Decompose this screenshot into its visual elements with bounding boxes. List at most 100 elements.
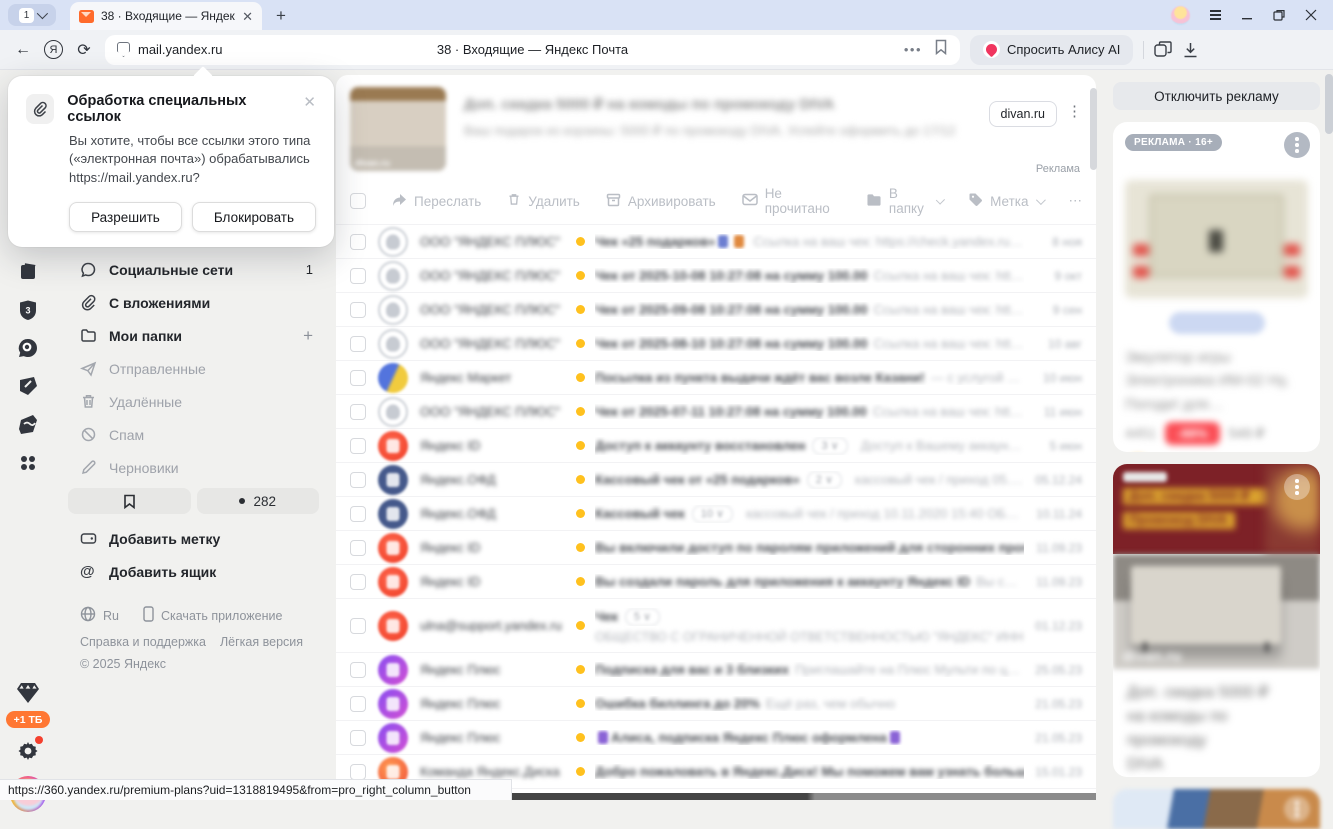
yandex-home-button[interactable]: Я (44, 40, 63, 59)
sidebar-folder[interactable]: Отправленные (56, 352, 333, 385)
unread-filter-button[interactable]: 282 (197, 488, 320, 514)
action-archive[interactable]: Архивировать (606, 193, 716, 210)
tab-close-icon[interactable]: ✕ (242, 10, 253, 23)
download-app-link[interactable]: Скачать приложение (161, 609, 282, 623)
language-switch[interactable]: Ru (103, 609, 119, 623)
row-checkbox[interactable] (350, 506, 366, 522)
row-checkbox[interactable] (350, 662, 366, 678)
extensions-icon[interactable] (1154, 41, 1173, 58)
unread-marker-icon[interactable] (576, 699, 585, 708)
email-row[interactable]: Яндекс ПлюсОшибка биллинга до 20%Ещё раз… (336, 686, 1096, 720)
site-security-icon[interactable] (117, 42, 130, 57)
inline-ad[interactable]: divan.ru Доп. скидка 5000 ₽ на комоды по… (336, 75, 1096, 177)
ad-site-button[interactable]: divan.ru (989, 101, 1057, 127)
list-scrollbar[interactable] (1090, 88, 1097, 170)
window-scrollbar[interactable] (1325, 74, 1333, 134)
sidebar-folder[interactable]: Социальные сети1 (56, 253, 333, 286)
unread-marker-icon[interactable] (576, 665, 585, 674)
popup-close-icon[interactable]: ✕ (303, 93, 316, 111)
downloads-icon[interactable] (1183, 42, 1198, 58)
row-checkbox[interactable] (350, 730, 366, 746)
attachment-chip[interactable]: 2 ∨ (807, 471, 842, 489)
unread-marker-icon[interactable] (576, 407, 585, 416)
ad-card-1[interactable]: РЕКЛАМА · 16+ Эмулятор игрыЭлектроника И… (1113, 122, 1320, 452)
alice-avatar-icon[interactable] (1171, 6, 1190, 25)
row-checkbox[interactable] (350, 574, 366, 590)
browser-menu-icon[interactable] (1210, 10, 1221, 20)
email-row[interactable]: ООО "ЯНДЕКС ПЛЮС"Чек от 2025-08-10 10:27… (336, 326, 1096, 360)
address-bar[interactable]: mail.yandex.ru 38 · Входящие — Яндекс По… (105, 35, 960, 65)
email-row[interactable]: Яндекс IDВы включили доступ по паролям п… (336, 530, 1096, 564)
email-row[interactable]: Яндекс ПлюсАлиса, подписка Яндекс Плюс о… (336, 720, 1096, 754)
premium-upsell[interactable]: +1 ТБ (0, 682, 56, 728)
allow-button[interactable]: Разрешить (69, 202, 182, 232)
attachment-chip[interactable]: 5 ∨ (625, 608, 660, 626)
ad-card-2[interactable]: Доп. скидка 5000 ₽ Промокод DIVA divan.r… (1113, 464, 1320, 777)
ad-menu-icon[interactable]: ⋮ (1067, 101, 1082, 121)
action-mail[interactable]: Не прочитано (742, 186, 840, 216)
unread-marker-icon[interactable] (576, 577, 585, 586)
row-checkbox[interactable] (350, 404, 366, 420)
row-checkbox[interactable] (350, 438, 366, 454)
address-more-icon[interactable]: ••• (904, 42, 922, 57)
unread-marker-icon[interactable] (576, 509, 585, 518)
row-checkbox[interactable] (350, 764, 366, 780)
unread-marker-icon[interactable] (576, 767, 585, 776)
refresh-button[interactable]: ⟳ (73, 40, 95, 60)
add-label-button[interactable]: Добавить метку (56, 522, 333, 555)
email-row[interactable]: ulna@support.yandex.ruЧек5 ∨ОБЩЕСТВО С О… (336, 598, 1096, 652)
shield-3-icon[interactable]: 3 (16, 298, 40, 322)
bookmarks-filter-button[interactable] (68, 488, 191, 514)
email-row[interactable]: Яндекс МаркетПосылка из пункта выдачи жд… (336, 360, 1096, 394)
unread-marker-icon[interactable] (576, 373, 585, 382)
notes-hand-icon[interactable] (16, 412, 40, 436)
pages-icon[interactable] (16, 260, 40, 284)
email-row[interactable]: Яндекс ПлюсПодписка для вас и 3 близкихП… (336, 652, 1096, 686)
email-row[interactable]: ООО "ЯНДЕКС ПЛЮС"Чек от 2025-09-08 10:27… (336, 292, 1096, 326)
email-row[interactable]: ООО "ЯНДЕКС ПЛЮС"Чек от 2025-07-11 10:27… (336, 394, 1096, 428)
sidebar-folder[interactable]: Черновики (56, 451, 333, 484)
select-all-checkbox[interactable] (350, 193, 366, 209)
unread-marker-icon[interactable] (576, 621, 585, 630)
block-button[interactable]: Блокировать (192, 202, 316, 232)
row-checkbox[interactable] (350, 540, 366, 556)
action-tagf[interactable]: Метка (968, 192, 1042, 210)
email-row[interactable]: Яндекс.ОФДКассовый чек от «25 подарков»2… (336, 462, 1096, 496)
unread-marker-icon[interactable] (576, 271, 585, 280)
unread-marker-icon[interactable] (576, 733, 585, 742)
window-close-button[interactable] (1305, 9, 1317, 21)
row-checkbox[interactable] (350, 302, 366, 318)
settings-button[interactable] (0, 739, 56, 768)
sidebar-folder[interactable]: Спам (56, 418, 333, 451)
apps-grid-icon[interactable] (16, 450, 40, 474)
bookmark-icon[interactable] (934, 39, 948, 60)
sidebar-folder[interactable]: Удалённые (56, 385, 333, 418)
row-checkbox[interactable] (350, 268, 366, 284)
ad-card-3[interactable] (1113, 789, 1320, 829)
ad-options-icon[interactable] (1284, 474, 1310, 500)
unread-marker-icon[interactable] (576, 305, 585, 314)
row-checkbox[interactable] (350, 472, 366, 488)
sidebar-folder[interactable]: С вложениями (56, 286, 333, 319)
row-checkbox[interactable] (350, 696, 366, 712)
unread-marker-icon[interactable] (576, 339, 585, 348)
ask-alice-button[interactable]: Спросить Алису AI (970, 35, 1133, 65)
action-forward[interactable]: Переслать (392, 193, 481, 210)
unread-marker-icon[interactable] (576, 475, 585, 484)
email-row[interactable]: ООО "ЯНДЕКС ПЛЮС"Чек от 2025-10-08 10:27… (336, 258, 1096, 292)
help-link[interactable]: Справка и поддержка (80, 635, 206, 649)
action-folderf[interactable]: В папку (866, 186, 942, 216)
window-minimize-button[interactable] (1241, 9, 1253, 21)
light-version-link[interactable]: Лёгкая версия (220, 635, 303, 649)
ad-options-icon[interactable] (1284, 132, 1310, 158)
tab-counter-button[interactable]: 1 (8, 4, 56, 26)
sidebar-folder[interactable]: Мои папки+ (56, 319, 333, 352)
action-trash[interactable]: Удалить (507, 192, 580, 210)
email-row[interactable]: ООО "ЯНДЕКС ПЛЮС"Чек «25 подарков»Ссылка… (336, 224, 1096, 258)
add-mailbox-button[interactable]: @ Добавить ящик (56, 555, 333, 588)
email-row[interactable]: Яндекс.ОФДКассовый чек10 ∨кассовый чек /… (336, 496, 1096, 530)
tag-icon[interactable] (16, 374, 40, 398)
attachment-chip[interactable]: 10 ∨ (692, 505, 733, 523)
row-checkbox[interactable] (350, 336, 366, 352)
messenger-eye-icon[interactable] (16, 336, 40, 360)
